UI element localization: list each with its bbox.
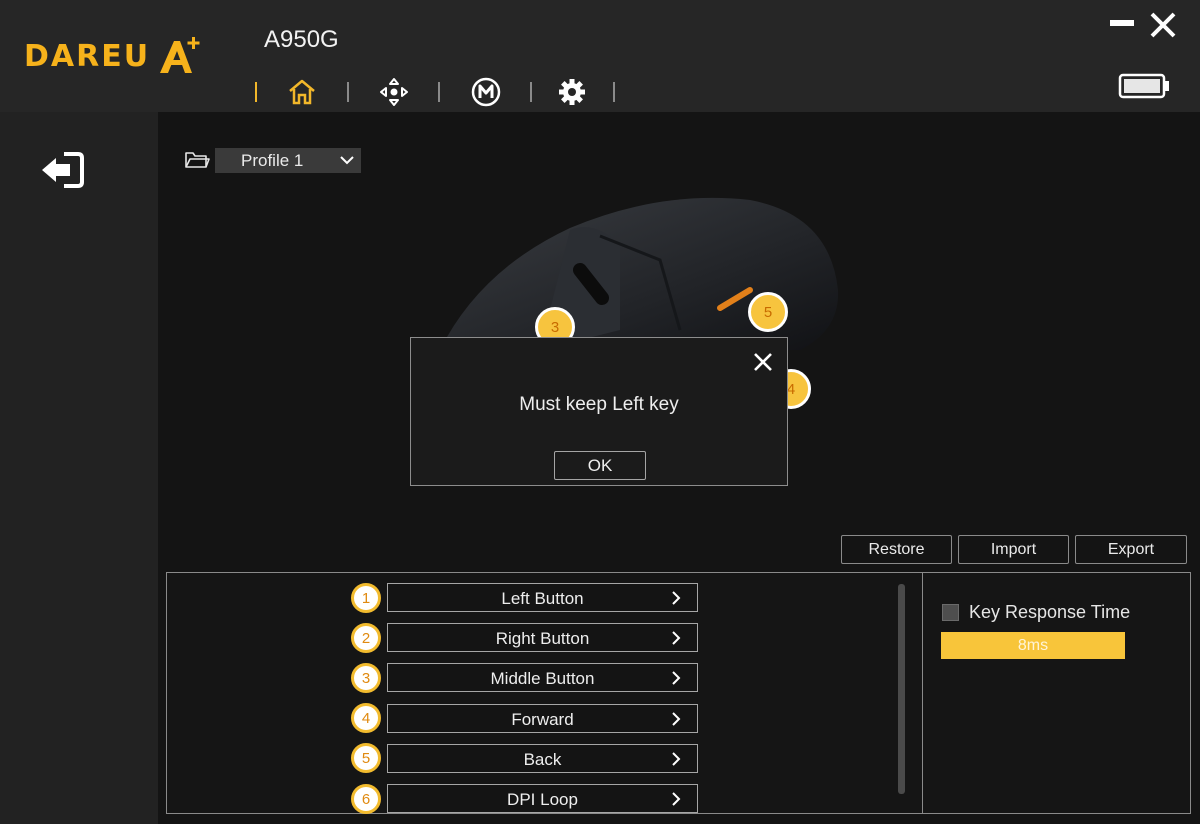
minimize-button[interactable] bbox=[1110, 20, 1134, 26]
sign-in-arrow-icon bbox=[42, 152, 84, 188]
button-dpi-loop-assign[interactable]: DPI Loop bbox=[387, 784, 698, 813]
button-number-badge: 4 bbox=[351, 703, 381, 733]
nav-separator bbox=[530, 82, 532, 102]
device-model-name: A950G bbox=[264, 26, 339, 53]
battery-icon bbox=[1118, 73, 1169, 99]
gear-icon bbox=[559, 79, 585, 105]
button-label: Left Button bbox=[501, 589, 584, 608]
mouse-illustration bbox=[440, 197, 839, 350]
dialog-message: Must keep Left key bbox=[519, 394, 679, 415]
exit-button[interactable] bbox=[40, 150, 86, 190]
button-label: Middle Button bbox=[490, 669, 595, 688]
alert-dialog: Must keep Left key OK bbox=[410, 337, 788, 486]
import-button[interactable]: Import bbox=[958, 535, 1069, 564]
key-response-label: Key Response Time bbox=[969, 602, 1131, 622]
nav-separator bbox=[613, 82, 615, 102]
nav-separator bbox=[255, 82, 257, 102]
restore-button[interactable]: Restore bbox=[841, 535, 952, 564]
button-label: Back bbox=[523, 750, 562, 769]
ok-button[interactable]: OK bbox=[554, 451, 646, 480]
button-label: Right Button bbox=[495, 629, 590, 648]
button-number-badge: 1 bbox=[351, 583, 381, 613]
button-forward-assign[interactable]: Forward bbox=[387, 704, 698, 733]
folder-icon[interactable] bbox=[184, 150, 210, 175]
nav-separator bbox=[438, 82, 440, 102]
tab-macro[interactable] bbox=[466, 72, 506, 112]
button-right-assign[interactable]: Right Button bbox=[387, 623, 698, 652]
chevron-right-icon bbox=[672, 591, 681, 605]
tab-key-settings[interactable] bbox=[374, 72, 414, 112]
profile-selected-label: Profile 1 bbox=[241, 151, 304, 170]
chevron-right-icon bbox=[672, 712, 681, 726]
chevron-right-icon bbox=[672, 631, 681, 645]
chevron-right-icon bbox=[672, 792, 681, 806]
button-label: Forward bbox=[511, 710, 574, 729]
dareu-logo: DAREU bbox=[24, 34, 202, 78]
tab-settings[interactable] bbox=[552, 72, 592, 112]
close-icon bbox=[754, 353, 772, 371]
nav-separator bbox=[347, 82, 349, 102]
list-scrollbar[interactable] bbox=[898, 584, 905, 794]
chevron-down-icon bbox=[340, 156, 354, 165]
profile-dropdown[interactable]: Profile 1 bbox=[215, 148, 361, 173]
close-icon bbox=[1150, 12, 1176, 38]
move-arrows-icon bbox=[380, 78, 408, 106]
key-response-value[interactable]: 8ms bbox=[941, 632, 1125, 659]
button-number-badge: 2 bbox=[351, 623, 381, 653]
close-window-button[interactable] bbox=[1148, 10, 1178, 40]
chevron-right-icon bbox=[672, 671, 681, 685]
mouse-button-badge[interactable]: 5 bbox=[748, 292, 788, 332]
button-middle-assign[interactable]: Middle Button bbox=[387, 663, 698, 692]
chevron-right-icon bbox=[672, 752, 681, 766]
button-number-badge: 5 bbox=[351, 743, 381, 773]
key-response-checkbox[interactable] bbox=[942, 604, 959, 621]
button-number-badge: 3 bbox=[351, 663, 381, 693]
button-back-assign[interactable]: Back bbox=[387, 744, 698, 773]
export-button[interactable]: Export bbox=[1075, 535, 1187, 564]
battery-indicator bbox=[1118, 73, 1170, 104]
home-icon bbox=[289, 79, 315, 105]
macro-m-icon bbox=[471, 77, 501, 107]
dialog-close-button[interactable] bbox=[752, 351, 774, 373]
tab-home[interactable] bbox=[282, 72, 322, 112]
button-label: DPI Loop bbox=[507, 790, 578, 809]
button-number-badge: 6 bbox=[351, 784, 381, 814]
button-left-assign[interactable]: Left Button bbox=[387, 583, 698, 612]
title-bar: DAREU A950G bbox=[0, 0, 1200, 112]
sidebar bbox=[0, 112, 158, 824]
